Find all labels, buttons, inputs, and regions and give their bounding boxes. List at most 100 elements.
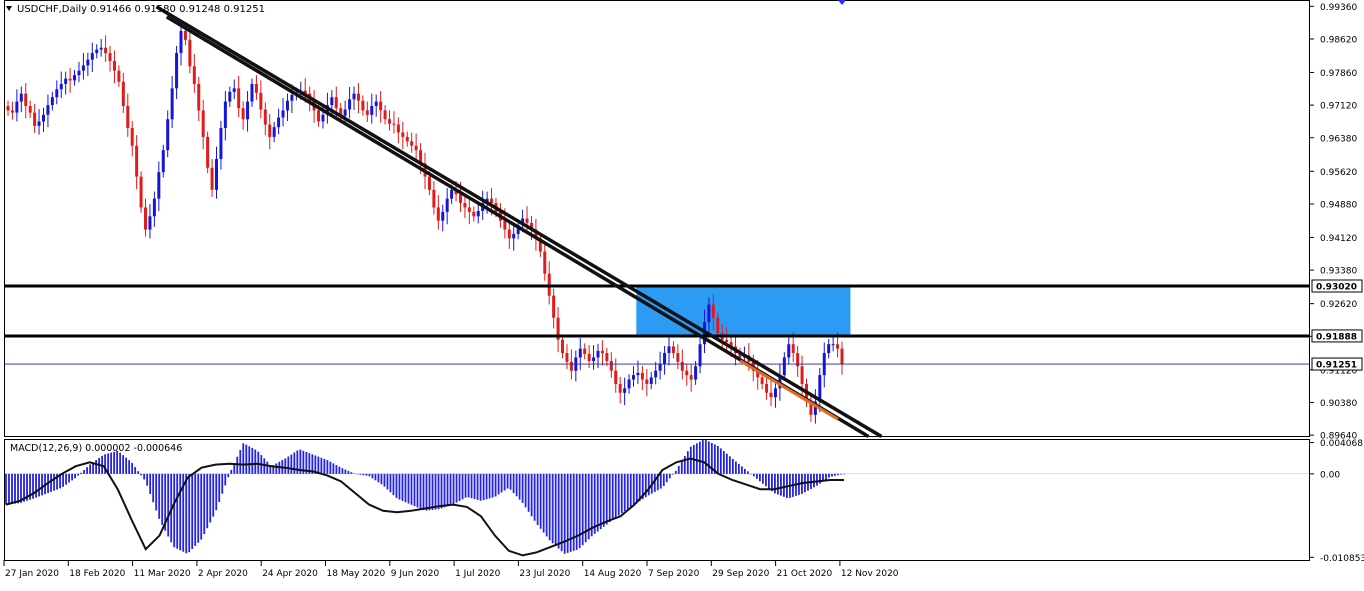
candle-body <box>259 92 263 110</box>
macd-histogram-bar <box>11 473 13 504</box>
candle-body <box>618 383 622 393</box>
candle-body <box>787 344 791 358</box>
macd-histogram-bar <box>608 473 611 523</box>
candle-body <box>68 78 72 81</box>
candle-body <box>436 207 440 221</box>
candle-body <box>277 117 281 128</box>
candle-body <box>263 109 267 125</box>
macd-histogram-bar <box>728 456 731 474</box>
macd-histogram-bar <box>353 473 356 475</box>
macd-histogram-bar <box>389 473 392 493</box>
candle-body <box>188 39 192 67</box>
macd-histogram-bar <box>359 473 362 475</box>
price-tick-label: 0.93380 <box>1320 267 1357 277</box>
macd-histogram-bar <box>458 473 461 501</box>
time-tick-label: 27 Jan 2020 <box>5 569 59 579</box>
macd-histogram-bar <box>173 473 176 548</box>
candle-body <box>73 75 77 81</box>
macd-histogram-bar <box>599 473 602 530</box>
candle-body <box>507 229 511 239</box>
macd-histogram-bar <box>218 473 221 502</box>
macd-histogram-bar <box>425 473 428 511</box>
macd-histogram-bar <box>695 443 698 474</box>
macd-histogram-bar <box>143 473 146 480</box>
candle-body <box>246 101 250 120</box>
time-tick-label: 1 Jul 2020 <box>455 569 500 579</box>
time-tick-label: 21 Oct 2020 <box>777 569 833 579</box>
macd-histogram-bar <box>743 468 746 474</box>
candle-body <box>290 94 294 101</box>
macd-histogram-bar <box>731 458 734 474</box>
candle-body <box>90 53 94 60</box>
macd-histogram-bar <box>65 473 67 485</box>
candle-body <box>592 357 596 361</box>
candle-body <box>285 100 289 111</box>
candle-body <box>800 366 804 384</box>
candle-body <box>28 106 32 113</box>
macd-histogram-bar <box>119 452 122 474</box>
macd-tick-label: -0.010853 <box>1320 554 1364 564</box>
macd-histogram-bar <box>86 467 88 474</box>
macd-histogram-bar <box>837 473 839 476</box>
candle-body <box>55 89 59 98</box>
candle-body <box>383 110 387 120</box>
candle-body <box>117 70 121 82</box>
candle-body <box>356 93 360 101</box>
macd-histogram-bar <box>341 468 344 474</box>
macd-histogram-bar <box>227 473 230 478</box>
macd-histogram-bar <box>602 473 605 527</box>
candle-body <box>99 47 103 50</box>
macd-histogram-bar <box>293 452 296 474</box>
macd-histogram-bar <box>707 441 710 474</box>
macd-histogram-bar <box>137 471 140 474</box>
macd-histogram-bar <box>215 473 218 511</box>
candle-body <box>476 211 480 217</box>
candle-body <box>254 83 258 93</box>
candle-body <box>46 105 50 115</box>
price-tick-label: 0.97860 <box>1320 69 1357 79</box>
candle-body <box>250 83 254 102</box>
candle-body <box>405 136 409 142</box>
macd-histogram-bar <box>179 473 182 551</box>
macd-histogram-bar <box>410 473 413 505</box>
time-tick-label: 11 Mar 2020 <box>134 569 191 579</box>
macd-histogram-bar <box>398 473 401 500</box>
macd-histogram-bar <box>557 473 560 549</box>
candle-body <box>41 114 45 122</box>
macd-histogram-bar <box>518 473 521 500</box>
candle-body <box>237 88 241 109</box>
macd-histogram-bar <box>125 457 128 474</box>
macd-histogram-bar <box>326 460 329 474</box>
macd-histogram-bar <box>686 451 689 474</box>
macd-histogram-bar <box>383 473 386 487</box>
candle-body <box>321 114 325 122</box>
macd-histogram-bar <box>470 473 473 499</box>
macd-histogram-bar <box>611 473 614 520</box>
macd-histogram-bar <box>506 473 509 489</box>
candle-body <box>130 128 134 146</box>
candle-body <box>228 91 232 102</box>
macd-histogram-bar <box>734 461 737 474</box>
macd-histogram-bar <box>152 473 155 503</box>
macd-histogram-bar <box>206 473 209 529</box>
macd-histogram-bar <box>386 473 389 490</box>
macd-histogram-bar <box>476 473 479 500</box>
price-tick-label: 0.95620 <box>1320 168 1357 178</box>
macd-histogram-bar <box>677 466 680 474</box>
macd-histogram-bar <box>38 473 40 497</box>
candle-body <box>232 88 236 92</box>
candle-body <box>654 370 658 378</box>
macd-histogram-bar <box>80 472 82 474</box>
macd-histogram-bar <box>542 473 545 533</box>
macd-histogram-bar <box>765 473 767 487</box>
macd-histogram-bar <box>41 473 43 496</box>
candle-body <box>81 65 85 71</box>
macd-histogram-bar <box>344 469 347 474</box>
macd-histogram-bar <box>620 473 623 514</box>
candle-body <box>148 216 152 230</box>
candle-body <box>658 364 662 371</box>
level-price-label: 0.91888 <box>1316 332 1357 342</box>
macd-histogram-bar <box>239 450 242 474</box>
macd-histogram-bar <box>647 473 650 496</box>
candle-body <box>95 49 99 54</box>
